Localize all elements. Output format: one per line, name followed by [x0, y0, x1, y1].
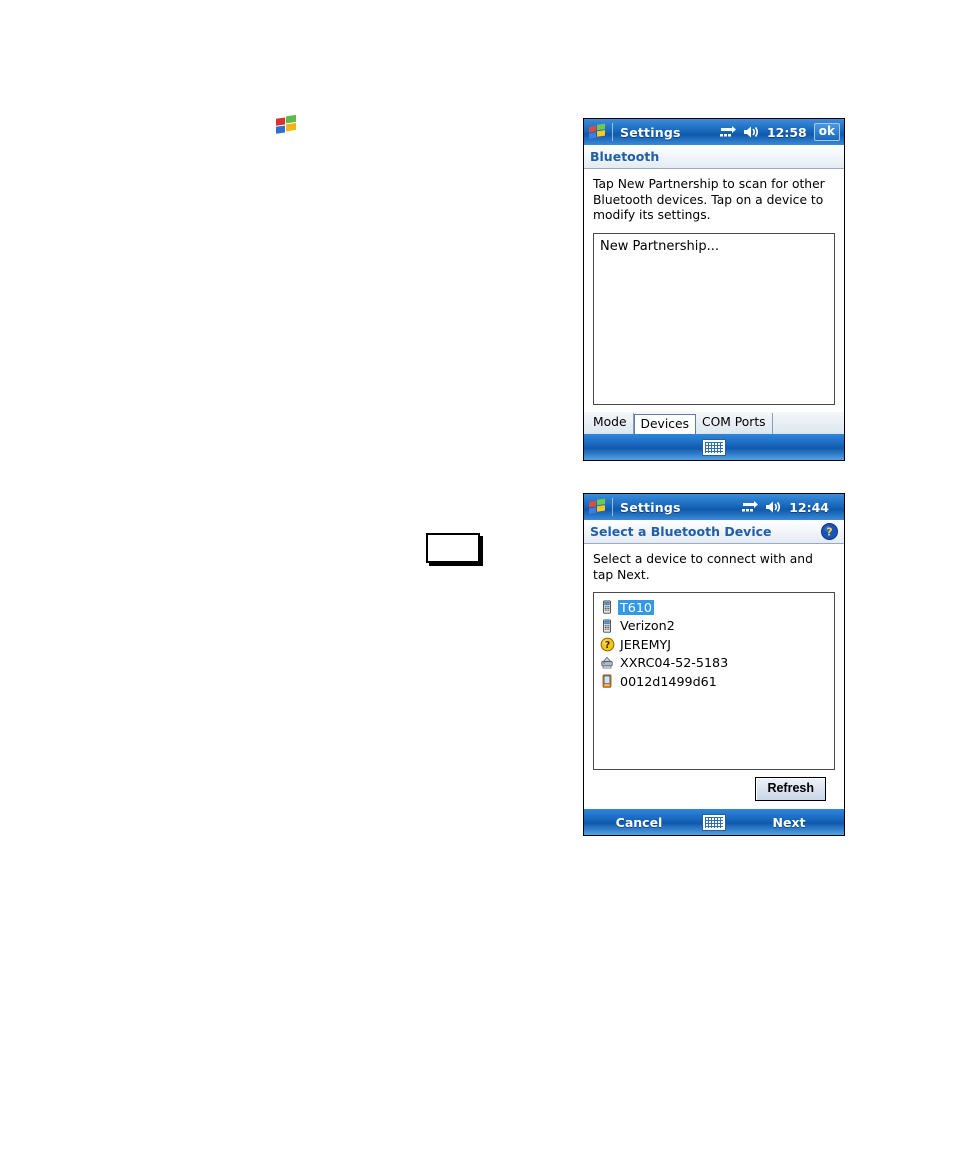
unknown-device-icon: ? [599, 636, 615, 652]
tab-mode[interactable]: Mode [587, 413, 634, 434]
device-label: JEREMYJ [620, 636, 672, 652]
button-row: Refresh [593, 770, 835, 801]
help-question-icon[interactable]: ? [821, 523, 838, 540]
device-list-item[interactable]: T610 [599, 598, 830, 617]
partnership-listbox[interactable]: New Partnership... [593, 232, 835, 405]
empty-callout-box [426, 533, 480, 563]
start-button-icon[interactable] [588, 123, 608, 141]
device-list-item[interactable]: ? JEREMYJ [599, 635, 830, 654]
titlebar: Settings 12:44 [584, 494, 844, 520]
window-title: Settings [620, 499, 681, 515]
mobile-phone-icon [599, 618, 615, 634]
titlebar-divider [612, 498, 613, 516]
device-list-item[interactable]: XXRC04-52-5183 [599, 654, 830, 673]
soft-key-bar [584, 434, 844, 460]
titlebar: Settings 12:58 ok [584, 119, 844, 145]
clock-time[interactable]: 12:58 [767, 125, 807, 140]
page-header: Select a Bluetooth Device ? [584, 520, 844, 544]
speaker-icon[interactable] [765, 500, 783, 514]
device-list-item[interactable]: 0012d1499d61 [599, 672, 830, 691]
window-title: Settings [620, 124, 681, 140]
tab-com-ports[interactable]: COM Ports [696, 413, 773, 434]
instruction-text: Select a device to connect with and tap … [593, 552, 813, 582]
device-list-item[interactable]: Verizon2 [599, 617, 830, 636]
keyboard-icon[interactable] [702, 438, 726, 456]
start-button-icon[interactable] [588, 498, 608, 516]
refresh-button[interactable]: Refresh [755, 777, 826, 801]
window-body: Tap New Partnership to scan for other Bl… [584, 169, 844, 405]
page-title: Select a Bluetooth Device [590, 524, 772, 539]
tabstrip: Mode Devices COM Ports [584, 411, 844, 435]
svg-text:?: ? [826, 526, 832, 539]
connectivity-icon[interactable] [741, 500, 759, 514]
select-bluetooth-device-window: Settings 12:44 Select a Bluetooth Device [583, 493, 845, 836]
keyboard-button[interactable] [694, 438, 734, 456]
bluetooth-device-listbox[interactable]: T610 Verizon2 ? JEREMYJ XXRC04-52-5183 0… [593, 592, 835, 770]
ok-button[interactable]: ok [813, 123, 840, 141]
speaker-icon[interactable] [743, 125, 761, 139]
device-label: 0012d1499d61 [620, 673, 717, 689]
next-button[interactable]: Next [734, 815, 844, 830]
clock-time[interactable]: 12:44 [789, 500, 829, 515]
tab-devices[interactable]: Devices [633, 414, 696, 435]
windows-start-flag-icon [274, 113, 300, 137]
keyboard-icon[interactable] [702, 813, 726, 831]
svg-text:?: ? [604, 640, 609, 651]
mobile-phone-icon [599, 599, 615, 615]
device-label: T610 [618, 599, 654, 615]
keyboard-button[interactable] [694, 813, 734, 831]
bluetooth-settings-window: Settings 12:58 ok Bluetooth Tap New Part… [583, 118, 845, 461]
page-title: Bluetooth [590, 149, 660, 164]
page-header: Bluetooth [584, 145, 844, 169]
soft-key-bar: Cancel Next [584, 809, 844, 835]
printer-icon [599, 655, 615, 671]
cancel-button[interactable]: Cancel [584, 815, 694, 830]
window-body: Select a device to connect with and tap … [584, 544, 844, 801]
list-item-new-partnership[interactable]: New Partnership... [598, 238, 830, 255]
titlebar-divider [612, 123, 613, 141]
pda-device-icon [599, 673, 615, 689]
device-label: Verizon2 [620, 618, 675, 634]
device-label: XXRC04-52-5183 [620, 655, 729, 671]
connectivity-icon[interactable] [719, 125, 737, 139]
instruction-text: Tap New Partnership to scan for other Bl… [593, 177, 825, 222]
